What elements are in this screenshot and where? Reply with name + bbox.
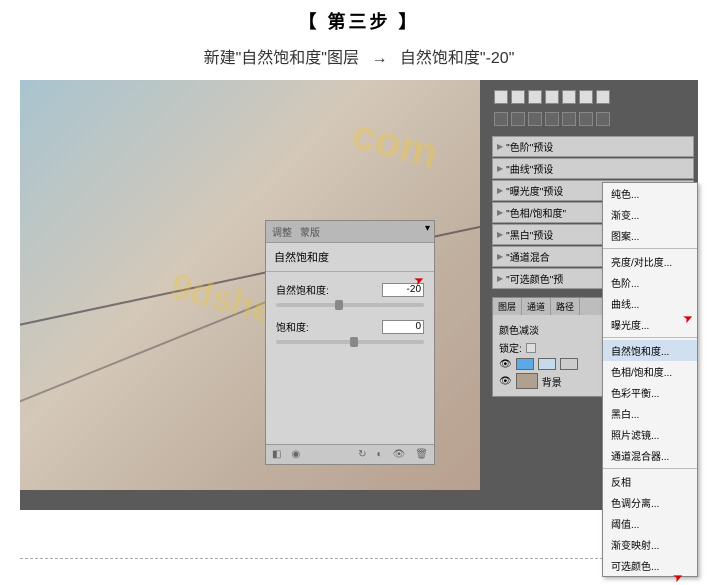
vibrance-panel: 调整 蒙版 ▾ 自然饱和度 自然饱和度: ➤ 饱和度: ◧ ◉ ↻ ◐ 👁 🗑 xyxy=(265,220,435,465)
menu-item[interactable]: 纯色... xyxy=(603,183,697,204)
saturation-slider[interactable] xyxy=(276,340,424,344)
tool-icon[interactable] xyxy=(579,90,593,104)
tool-icon[interactable] xyxy=(596,112,610,126)
trash-icon[interactable]: 🗑 xyxy=(415,449,428,460)
menu-item[interactable]: 照片滤镜... xyxy=(603,424,697,445)
step-title: 【 第三步 】 xyxy=(0,0,718,40)
chevron-right-icon: ▶ xyxy=(497,230,503,239)
eye-icon[interactable]: 👁 xyxy=(499,376,512,387)
menu-item[interactable]: 曲线... xyxy=(603,293,697,314)
tool-icon[interactable] xyxy=(545,90,559,104)
panel-footer: ◧ ◉ ↻ ◐ 👁 🗑 xyxy=(266,444,434,464)
tab-adjustments[interactable]: 调整 xyxy=(272,224,292,239)
layer-name: 背景 xyxy=(542,374,562,389)
layer-thumb xyxy=(516,373,538,389)
footer-icon[interactable]: ◉ xyxy=(291,449,300,460)
workspace: com 9dsheji 调整 蒙版 ▾ 自然饱和度 自然饱和度: ➤ 饱和度: … xyxy=(20,80,698,510)
footer-icon[interactable]: ◐ xyxy=(377,449,383,460)
layer-thumb xyxy=(538,358,556,370)
vibrance-slider[interactable] xyxy=(276,303,424,307)
menu-item[interactable]: 色相/饱和度... xyxy=(603,361,697,382)
menu-item[interactable]: 图案... xyxy=(603,225,697,246)
menu-item[interactable]: 反相 xyxy=(603,471,697,492)
menu-item[interactable]: 黑白... xyxy=(603,403,697,424)
tool-icon[interactable] xyxy=(545,112,559,126)
chevron-right-icon: ▶ xyxy=(497,186,503,195)
tool-row xyxy=(488,86,698,108)
lock-icon[interactable] xyxy=(526,343,536,353)
menu-item[interactable]: 渐变... xyxy=(603,204,697,225)
chevron-right-icon: ▶ xyxy=(497,274,503,283)
saturation-input[interactable] xyxy=(382,320,424,334)
tool-icon[interactable] xyxy=(511,90,525,104)
chevron-right-icon: ▶ xyxy=(497,164,503,173)
step-subtitle: 新建"自然饱和度"图层 → 自然饱和度"-20" xyxy=(0,40,718,80)
vibrance-field-row: 自然饱和度: xyxy=(266,278,434,301)
tool-icon[interactable] xyxy=(562,90,576,104)
saturation-label: 饱和度: xyxy=(276,319,309,334)
footer-icon[interactable]: ◧ xyxy=(272,449,281,460)
chevron-right-icon: ▶ xyxy=(497,208,503,217)
tool-icon[interactable] xyxy=(528,112,542,126)
chevron-right-icon: ▶ xyxy=(497,252,503,261)
arrow-icon: → xyxy=(371,50,387,67)
tool-icon[interactable] xyxy=(596,90,610,104)
layer-mask-thumb xyxy=(560,358,578,370)
tab-channels[interactable]: 通道 xyxy=(522,298,551,315)
menu-item[interactable]: 亮度/对比度... xyxy=(603,251,697,272)
tool-icon[interactable] xyxy=(528,90,542,104)
blend-mode[interactable]: 颜色减淡 xyxy=(499,322,539,337)
menu-item[interactable]: 渐变映射... xyxy=(603,534,697,555)
tool-row xyxy=(488,108,698,130)
subtitle-pre: 新建"自然饱和度"图层 xyxy=(204,50,359,67)
tool-icon[interactable] xyxy=(494,90,508,104)
tab-layers[interactable]: 图层 xyxy=(493,298,522,315)
tool-icon[interactable] xyxy=(494,112,508,126)
preset-item[interactable]: ▶"色阶"预设 xyxy=(492,136,694,157)
tool-icon[interactable] xyxy=(511,112,525,126)
lock-label: 锁定: xyxy=(499,340,522,355)
preset-item[interactable]: ▶"曲线"预设 xyxy=(492,158,694,179)
menu-item[interactable]: 色调分离... xyxy=(603,492,697,513)
panel-tabs: 调整 蒙版 ▾ xyxy=(266,221,434,243)
panel-menu-icon[interactable]: ▾ xyxy=(425,223,430,234)
eye-icon[interactable]: 👁 xyxy=(499,359,512,370)
tool-icon[interactable] xyxy=(562,112,576,126)
footer-icon[interactable]: ↻ xyxy=(358,449,366,460)
tool-icon[interactable] xyxy=(579,112,593,126)
subtitle-post: 自然饱和度"-20" xyxy=(400,50,515,67)
divider xyxy=(20,558,698,559)
footer-icon[interactable]: 👁 xyxy=(393,449,406,460)
vibrance-label: 自然饱和度: xyxy=(276,282,329,297)
saturation-field-row: 饱和度: xyxy=(266,315,434,338)
menu-item[interactable]: 色阶... xyxy=(603,272,697,293)
tab-masks[interactable]: 蒙版 xyxy=(300,224,320,239)
adjustment-layer-menu: 纯色... 渐变... 图案... 亮度/对比度... 色阶... 曲线... … xyxy=(602,182,698,577)
tab-paths[interactable]: 路径 xyxy=(551,298,580,315)
panel-title: 自然饱和度 xyxy=(266,243,434,271)
menu-item[interactable]: 通道混合器... xyxy=(603,445,697,466)
menu-item[interactable]: 可选颜色... xyxy=(603,555,697,576)
layer-thumb xyxy=(516,358,534,370)
chevron-right-icon: ▶ xyxy=(497,142,503,151)
menu-item[interactable]: 阈值... xyxy=(603,513,697,534)
menu-item[interactable]: 色彩平衡... xyxy=(603,382,697,403)
menu-item-vibrance[interactable]: 自然饱和度... xyxy=(603,340,697,361)
